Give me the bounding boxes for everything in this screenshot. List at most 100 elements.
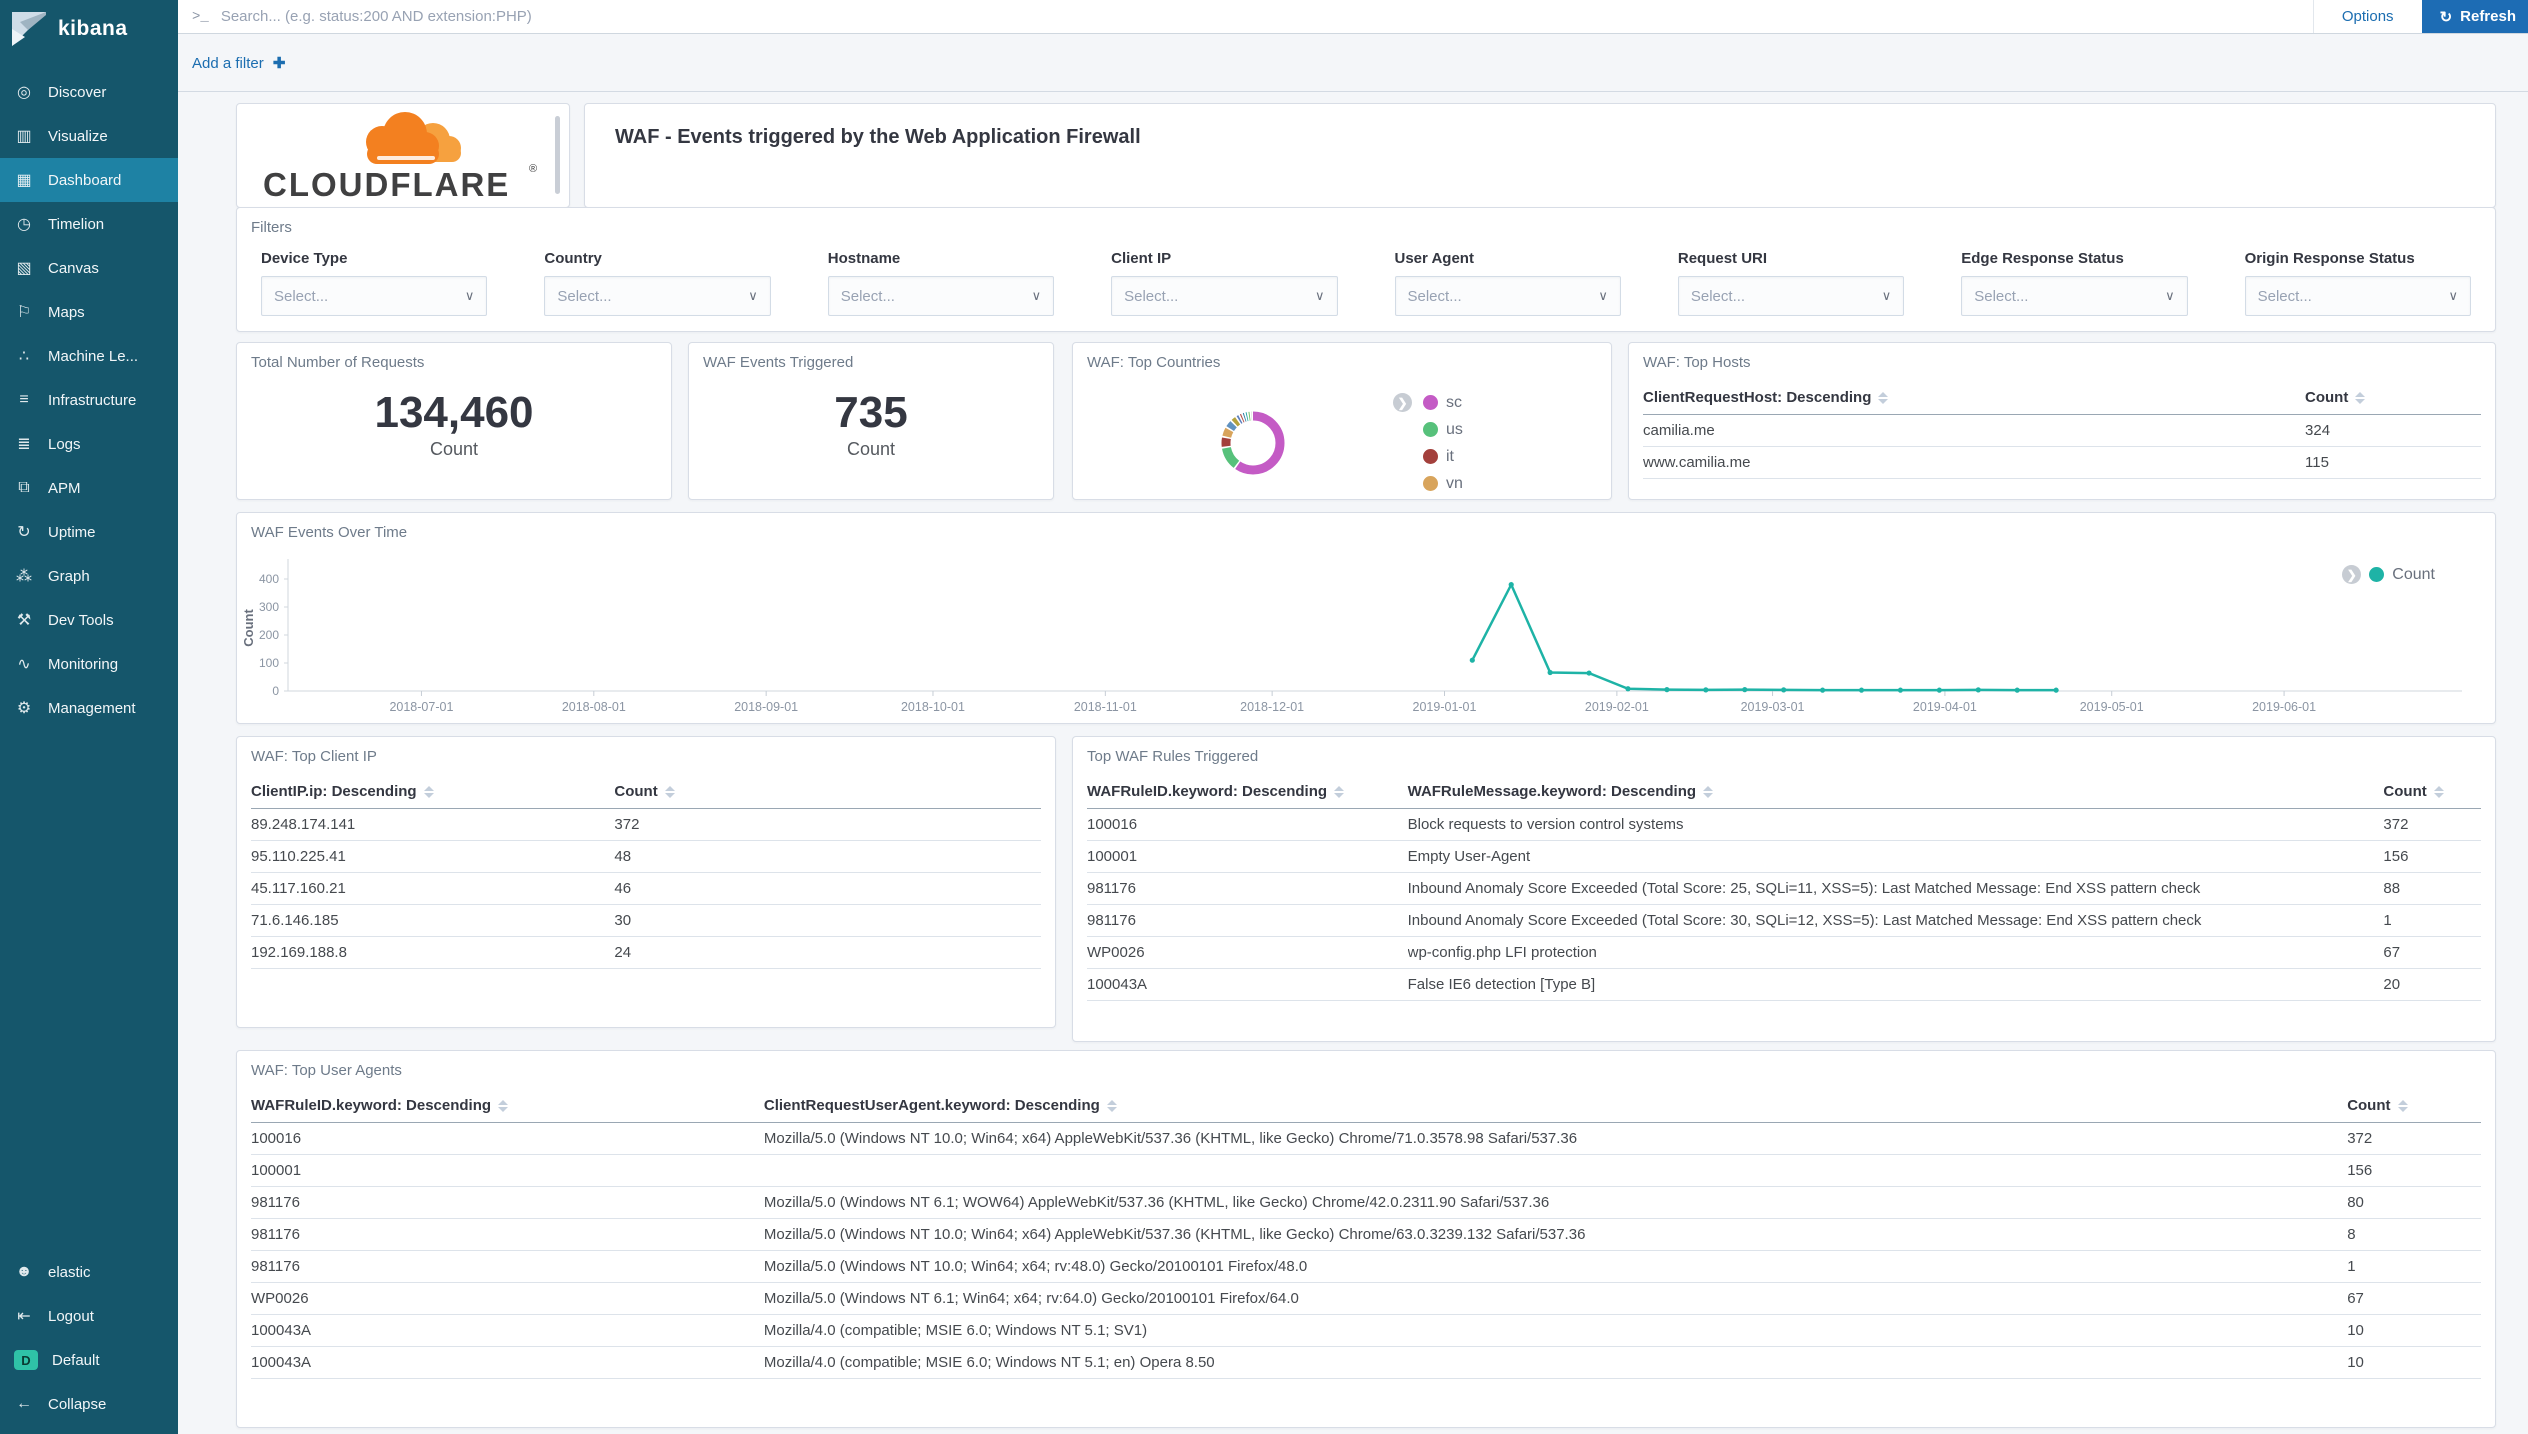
sidebar-item-label: elastic xyxy=(48,1264,91,1281)
visualize-icon: ▥ xyxy=(14,126,34,146)
data-point[interactable] xyxy=(1509,582,1514,587)
data-point[interactable] xyxy=(1664,687,1669,692)
column-header-clientrequestuseragent-keyword-descending[interactable]: ClientRequestUserAgent.keyword: Descendi… xyxy=(764,1089,2347,1123)
column-header-clientrequesthost-descending[interactable]: ClientRequestHost: Descending xyxy=(1643,381,2305,415)
column-header-count[interactable]: Count xyxy=(2383,775,2481,809)
sidebar-item-machine-le[interactable]: ∴Machine Le... xyxy=(0,334,178,378)
data-point[interactable] xyxy=(1586,670,1591,675)
data-point[interactable] xyxy=(1859,688,1864,693)
column-header-count[interactable]: Count xyxy=(614,775,1041,809)
table-cell: 8 xyxy=(2347,1219,2481,1251)
sort-icon xyxy=(2355,392,2365,404)
sidebar-item-uptime[interactable]: ↻Uptime xyxy=(0,510,178,554)
filter-select-device-type[interactable]: Select...∨ xyxy=(261,276,487,316)
count-series-dot xyxy=(2369,567,2384,582)
tick-label: 2018-09-01 xyxy=(734,700,798,714)
legend-expand-icon[interactable]: ❯ xyxy=(1393,393,1412,412)
apm-icon: ⧉ xyxy=(14,479,34,497)
sidebar-item-elastic[interactable]: ☻elastic xyxy=(0,1250,178,1294)
data-point[interactable] xyxy=(2015,688,2020,693)
filter-label: User Agent xyxy=(1395,250,1621,267)
legend-item-vn[interactable]: vn xyxy=(1423,470,1463,497)
table-cell: 1 xyxy=(2347,1251,2481,1283)
column-header-count[interactable]: Count xyxy=(2347,1089,2481,1123)
filter-select-hostname[interactable]: Select... ∨ xyxy=(828,276,1054,316)
column-header-wafrulemessage-keyword-descending[interactable]: WAFRuleMessage.keyword: Descending xyxy=(1408,775,2384,809)
chevron-down-icon: ∨ xyxy=(1032,288,1042,304)
table-cell: 372 xyxy=(2383,809,2481,841)
data-point[interactable] xyxy=(2054,688,2059,693)
management-icon: ⚙ xyxy=(14,698,34,718)
column-header-label: Count xyxy=(2347,1097,2390,1114)
legend-expand-icon[interactable]: ❯ xyxy=(2342,565,2361,584)
column-header-count[interactable]: Count xyxy=(2305,381,2481,415)
data-point[interactable] xyxy=(1548,670,1553,675)
legend-item-us[interactable]: us xyxy=(1423,416,1463,443)
table-cell: Inbound Anomaly Score Exceeded (Total Sc… xyxy=(1408,905,2384,937)
column-header-wafruleid-keyword-descending[interactable]: WAFRuleID.keyword: Descending xyxy=(251,1089,764,1123)
legend-item-sc[interactable]: ❯sc xyxy=(1423,389,1463,416)
column-header-clientip-ip-descending[interactable]: ClientIP.ip: Descending xyxy=(251,775,614,809)
data-point[interactable] xyxy=(1742,687,1747,692)
data-point[interactable] xyxy=(1703,687,1708,692)
legend-label: sc xyxy=(1446,394,1462,412)
tick-label: 2019-05-01 xyxy=(2080,700,2144,714)
sidebar-item-logout[interactable]: ⇤Logout xyxy=(0,1294,178,1338)
top-client-ip-panel: WAF: Top Client IP ClientIP.ip: Descendi… xyxy=(236,736,1056,1028)
sort-icon xyxy=(2434,786,2444,798)
sidebar-item-logs[interactable]: ≣Logs xyxy=(0,422,178,466)
data-point[interactable] xyxy=(1937,688,1942,693)
sidebar-item-default[interactable]: DDefault xyxy=(0,1338,178,1382)
sidebar-item-management[interactable]: ⚙Management xyxy=(0,686,178,730)
table-cell: 100043A xyxy=(251,1315,764,1347)
filter-select-request-uri[interactable]: Select...∨ xyxy=(1678,276,1904,316)
table-row: 100043AFalse IE6 detection [Type B]20 xyxy=(1087,969,2481,1001)
table-cell: 100001 xyxy=(1087,841,1408,873)
add-filter-link[interactable]: Add a filter ✚ xyxy=(192,54,285,72)
sidebar-item-dashboard[interactable]: ▦Dashboard xyxy=(0,158,178,202)
table-cell: www.camilia.me xyxy=(1643,447,2305,479)
filter-select-client-ip[interactable]: Select...∨ xyxy=(1111,276,1337,316)
filter-select-user-agent[interactable]: Select...∨ xyxy=(1395,276,1621,316)
table-cell: Mozilla/5.0 (Windows NT 10.0; Win64; x64… xyxy=(764,1219,2347,1251)
table-cell: 24 xyxy=(614,937,1041,969)
filter-select-origin-response-status[interactable]: Select...∨ xyxy=(2245,276,2471,316)
legend-item-it[interactable]: it xyxy=(1423,443,1463,470)
top-countries-legend: ❯scusitvn xyxy=(1423,389,1463,497)
select-placeholder: Select... xyxy=(841,288,895,305)
panel-scrollbar[interactable] xyxy=(555,116,560,194)
filter-user-agent: User Agent Select...∨ xyxy=(1395,250,1621,316)
sidebar-item-visualize[interactable]: ▥ Visualize xyxy=(0,114,178,158)
data-point[interactable] xyxy=(1820,688,1825,693)
sidebar-item-maps[interactable]: ⚐Maps xyxy=(0,290,178,334)
search-input[interactable] xyxy=(221,0,2313,33)
data-point[interactable] xyxy=(1625,686,1630,691)
sidebar-item-canvas[interactable]: ▧Canvas xyxy=(0,246,178,290)
options-button[interactable]: Options xyxy=(2313,0,2422,33)
sidebar-item-discover[interactable]: ◎Discover xyxy=(0,70,178,114)
column-header-wafruleid-keyword-descending[interactable]: WAFRuleID.keyword: Descending xyxy=(1087,775,1408,809)
tick-label: 2018-11-01 xyxy=(1074,700,1137,714)
sidebar-item-collapse[interactable]: ←Collapse xyxy=(0,1382,178,1426)
sidebar-item-graph[interactable]: ⁂Graph xyxy=(0,554,178,598)
data-point[interactable] xyxy=(1781,687,1786,692)
sidebar-item-timelion[interactable]: ◷Timelion xyxy=(0,202,178,246)
refresh-button[interactable]: ↻ Refresh xyxy=(2422,0,2528,33)
filter-select-edge-response-status[interactable]: Select...∨ xyxy=(1961,276,2187,316)
filter-select-country[interactable]: Select...∨ xyxy=(544,276,770,316)
data-point[interactable] xyxy=(1470,658,1475,663)
select-placeholder: Select... xyxy=(1408,288,1462,305)
sidebar-item-label: Visualize xyxy=(48,128,108,145)
waf-events-value: 735 xyxy=(834,390,907,436)
sidebar-item-infrastructure[interactable]: ≡Infrastructure xyxy=(0,378,178,422)
filter-hostname: HostnameSelect...∨ xyxy=(828,250,1054,316)
kibana-logo[interactable]: kibana xyxy=(0,0,178,56)
table-cell: 80 xyxy=(2347,1187,2481,1219)
table-cell: 10 xyxy=(2347,1315,2481,1347)
data-point[interactable] xyxy=(1898,688,1903,693)
sidebar-item-dev-tools[interactable]: ⚒Dev Tools xyxy=(0,598,178,642)
table-row: WP0026Mozilla/5.0 (Windows NT 6.1; Win64… xyxy=(251,1283,2481,1315)
sidebar-item-apm[interactable]: ⧉APM xyxy=(0,466,178,510)
sidebar-item-monitoring[interactable]: ∿Monitoring xyxy=(0,642,178,686)
data-point[interactable] xyxy=(1976,687,1981,692)
